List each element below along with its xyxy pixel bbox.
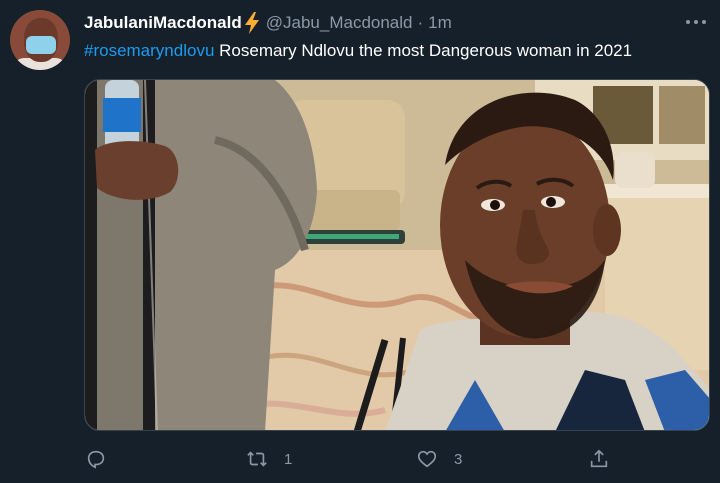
media-photo — [85, 80, 709, 430]
more-options-icon[interactable] — [686, 14, 706, 30]
tweet-actions: 1 3 — [84, 444, 624, 474]
tweet[interactable]: JabulaniMacdonald @Jabu_Macdonald · 1m #… — [0, 0, 720, 483]
share-button[interactable] — [588, 444, 610, 474]
lightning-bolt-icon — [244, 12, 259, 34]
tweet-header: JabulaniMacdonald @Jabu_Macdonald · 1m — [84, 11, 452, 35]
avatar[interactable] — [10, 10, 70, 70]
like-count: 3 — [454, 450, 463, 468]
header-separator: · — [417, 13, 424, 32]
like-button[interactable]: 3 — [416, 444, 462, 474]
reply-button[interactable] — [85, 444, 107, 474]
retweet-count: 1 — [284, 450, 293, 468]
reply-icon — [87, 450, 105, 469]
author-handle[interactable]: @Jabu_Macdonald — [266, 13, 413, 33]
author-display-name[interactable]: JabulaniMacdonald — [84, 13, 242, 33]
retweet-button[interactable]: 1 — [246, 444, 292, 474]
tweet-timestamp[interactable]: 1m — [428, 13, 452, 33]
heart-icon — [417, 450, 437, 468]
tweet-text: #rosemaryndlovu Rosemary Ndlovu the most… — [84, 40, 632, 62]
hashtag-link[interactable]: #rosemaryndlovu — [84, 41, 214, 60]
share-icon — [590, 449, 608, 468]
tweet-body: Rosemary Ndlovu the most Dangerous woman… — [214, 41, 633, 60]
retweet-icon — [247, 451, 267, 467]
tweet-media[interactable] — [84, 79, 710, 431]
